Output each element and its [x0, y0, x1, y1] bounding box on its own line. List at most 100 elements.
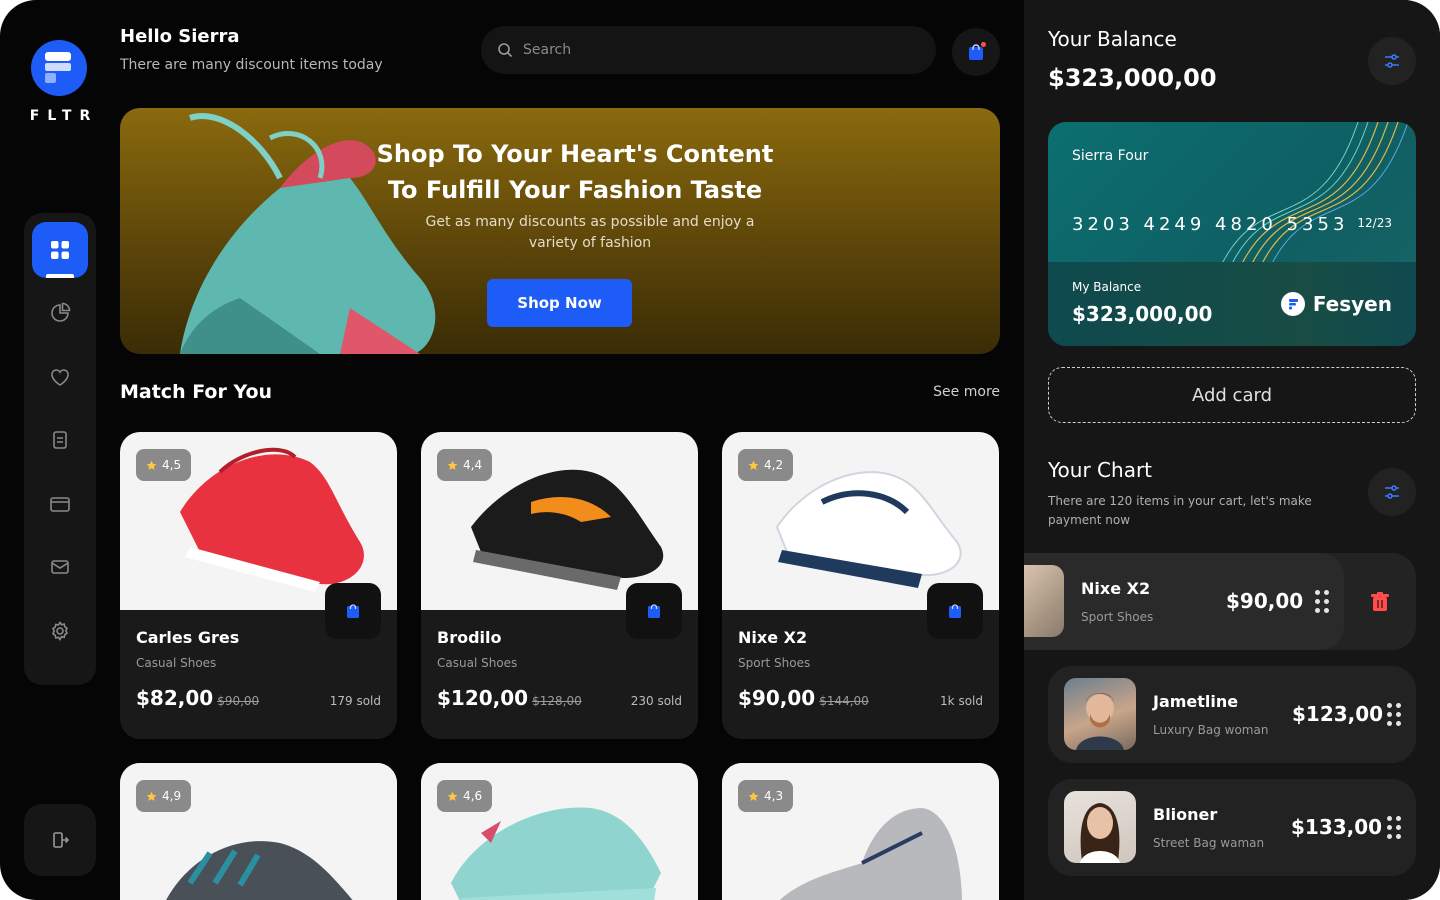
banner-title-line2: To Fulfill Your Fashion Taste — [387, 176, 763, 204]
add-to-cart-button[interactable] — [325, 583, 381, 639]
product-category: Casual Shoes — [437, 656, 518, 670]
drag-handle-icon[interactable] — [1387, 703, 1401, 726]
add-card-button[interactable]: Add card — [1048, 367, 1416, 423]
banner-subtitle: Get as many discounts as possible and en… — [380, 212, 800, 254]
banner-subtitle-line1: Get as many discounts as possible and en… — [425, 214, 755, 230]
nav-dashboard[interactable] — [32, 222, 88, 278]
cart-item-avatar — [1024, 565, 1064, 637]
banner-title-line1: Shop To Your Heart's Content — [376, 140, 774, 168]
sidebar-nav — [24, 213, 96, 685]
nav-messages[interactable] — [32, 539, 88, 595]
rating-badge: 4,2 — [738, 449, 794, 481]
cart-item-name: Jametline — [1153, 692, 1239, 711]
rating-value: 4,2 — [764, 458, 784, 472]
banner-title: Shop To Your Heart's Content To Fulfill … — [120, 136, 1000, 208]
cart-title: Your Chart — [1048, 458, 1153, 482]
rating-value: 4,5 — [162, 458, 182, 472]
nav-wallet[interactable] — [32, 476, 88, 532]
add-to-cart-button[interactable] — [927, 583, 983, 639]
add-to-cart-button[interactable] — [626, 583, 682, 639]
greeting-subtitle: There are many discount items today — [120, 57, 383, 73]
settings-icon — [51, 621, 69, 641]
product-price: $90,00 $144,00 — [738, 686, 869, 710]
nav-analytics[interactable] — [32, 285, 88, 341]
balance-amount: $323,000,00 — [1048, 64, 1217, 92]
cart-item-category: Luxury Bag woman — [1153, 723, 1269, 737]
mail-icon — [51, 560, 69, 574]
cart-item-avatar — [1064, 791, 1136, 863]
product-card[interactable]: 4,3 — [722, 763, 999, 900]
product-card[interactable]: 4,5 Carles Gres Casual Shoes $82,00 $90,0… — [120, 432, 397, 739]
drag-handle-icon[interactable] — [1315, 590, 1329, 613]
shopping-bag-icon — [949, 604, 961, 618]
star-icon — [447, 791, 458, 801]
search-input[interactable] — [523, 42, 903, 58]
product-card[interactable]: 4,6 — [421, 763, 698, 900]
shop-now-button[interactable]: Shop Now — [487, 279, 632, 327]
product-name: Nixe X2 — [738, 628, 808, 647]
card-brand-name: Fesyen — [1312, 292, 1392, 316]
product-price: $120,00 $128,00 — [437, 686, 582, 710]
filter-icon — [1385, 485, 1399, 499]
cart-filter-button[interactable] — [1368, 468, 1416, 516]
logout-icon — [53, 832, 70, 848]
card-balance-value: $323,000,00 — [1072, 302, 1213, 326]
document-icon — [53, 431, 67, 449]
star-icon — [146, 791, 157, 801]
product-category: Sport Shoes — [738, 656, 811, 670]
product-card[interactable]: 4,9 — [120, 763, 397, 900]
nav-favorites[interactable] — [32, 349, 88, 405]
balance-filter-button[interactable] — [1368, 37, 1416, 85]
promo-banner: Shop To Your Heart's Content To Fulfill … — [120, 108, 1000, 354]
greeting: Hello Sierra — [120, 26, 240, 47]
nav-settings[interactable] — [32, 603, 88, 659]
heart-icon — [51, 369, 69, 386]
product-category: Casual Shoes — [136, 656, 217, 670]
price-current: $120,00 — [437, 686, 529, 710]
rating-badge: 4,4 — [437, 449, 493, 481]
cart-item[interactable]: Jametline Luxury Bag woman $123,00 — [1048, 666, 1416, 763]
product-price: $82,00 $90,00 — [136, 686, 259, 710]
card-balance-label: My Balance — [1072, 280, 1142, 294]
cart-subtitle: There are 120 items in your cart, let's … — [1048, 494, 1312, 527]
cart-item[interactable]: Blioner Street Bag waman $133,00 — [1048, 779, 1416, 876]
drag-handle-icon[interactable] — [1387, 816, 1401, 839]
rating-badge: 4,3 — [738, 780, 794, 812]
logout-button[interactable] — [24, 804, 96, 876]
product-card[interactable]: 4,4 Brodilo Casual Shoes $120,00 $128,00 … — [421, 432, 698, 739]
cart-item-category: Street Bag waman — [1153, 836, 1265, 850]
sold-count: 1k sold — [940, 694, 983, 708]
nav-orders[interactable] — [32, 412, 88, 468]
shopping-bag-icon — [347, 604, 359, 618]
rating-badge: 4,5 — [136, 449, 192, 481]
search-icon — [498, 43, 513, 58]
see-more-link[interactable]: See more — [933, 384, 1000, 400]
search-bar[interactable] — [481, 26, 936, 74]
cart-item-price: $123,00 — [1292, 702, 1384, 726]
card-brand: Fesyen — [1280, 292, 1392, 316]
price-original: $128,00 — [532, 694, 582, 708]
card-expiry: 12/23 — [1357, 216, 1392, 230]
cart-item-name: Blioner — [1153, 805, 1218, 824]
pie-chart-icon — [51, 302, 71, 322]
card-number: 3203 4249 4820 5353 — [1072, 214, 1349, 235]
balance-title: Your Balance — [1048, 27, 1177, 51]
cart-item-avatar — [1064, 678, 1136, 750]
product-card[interactable]: 4,2 Nixe X2 Sport Shoes $90,00 $144,00 1k… — [722, 432, 999, 739]
credit-card[interactable]: Sierra Four 3203 4249 4820 5353 12/23 My… — [1048, 122, 1416, 346]
brand-name: FLTR — [29, 108, 99, 124]
rating-value: 4,9 — [162, 789, 182, 803]
product-name: Brodilo — [437, 628, 502, 647]
star-icon — [447, 460, 458, 470]
wallet-icon — [50, 497, 70, 512]
price-original: $90,00 — [217, 694, 260, 708]
trash-icon[interactable] — [1368, 590, 1392, 614]
card-holder: Sierra Four — [1072, 148, 1149, 164]
brand-logo[interactable] — [31, 40, 87, 96]
cart-button[interactable] — [952, 28, 1000, 76]
card-pattern — [1218, 122, 1409, 272]
rating-value: 4,3 — [764, 789, 784, 803]
banner-subtitle-line2: variety of fashion — [528, 235, 652, 251]
app-window: FLTR Hello Sierra There are many discoun… — [0, 0, 1440, 900]
cart-item-name: Nixe X2 — [1081, 579, 1151, 598]
